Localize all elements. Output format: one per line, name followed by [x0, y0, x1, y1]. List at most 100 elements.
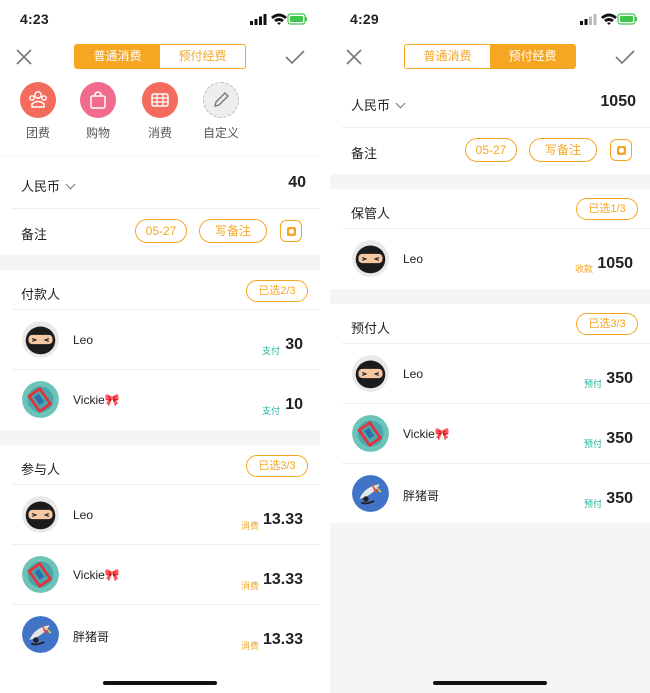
write-note-button[interactable]: 写备注: [529, 138, 597, 162]
keeper-row[interactable]: Leo 收款 1050: [330, 229, 650, 289]
spend-amount[interactable]: 13.33: [263, 571, 303, 589]
status-bar: 4:29: [330, 0, 650, 38]
amount-input[interactable]: 40: [288, 174, 306, 192]
person-name: Leo: [403, 252, 424, 266]
close-icon[interactable]: [14, 47, 34, 67]
prepayer-row[interactable]: Leo 预付 350: [330, 344, 650, 404]
participant-row[interactable]: Leo 消费 13.33: [0, 485, 320, 545]
confirm-check-icon[interactable]: [614, 47, 636, 67]
payer-row[interactable]: Leo 支付 30: [0, 310, 320, 370]
spend-amount[interactable]: 13.33: [263, 631, 303, 649]
category-label: 购物: [85, 126, 110, 140]
camera-icon[interactable]: [280, 220, 302, 242]
prepay-amount[interactable]: 350: [606, 370, 633, 388]
person-name: Leo: [73, 333, 94, 347]
prepayers-header: 预付人 已选3/3: [330, 304, 650, 344]
participants-selected-badge[interactable]: 已选3/3: [246, 455, 308, 477]
confirm-check-icon[interactable]: [284, 47, 306, 67]
prepayer-row[interactable]: 胖猪哥 预付 350: [330, 464, 650, 523]
chevron-down-icon: [395, 98, 406, 109]
category-label: 自定义: [202, 126, 239, 140]
spend-tag: 消费: [240, 521, 259, 531]
receive-amount[interactable]: 1050: [597, 255, 633, 273]
pay-tag: 支付: [261, 346, 280, 356]
section-title: 预付人: [351, 321, 391, 336]
date-button[interactable]: 05-27: [135, 219, 187, 243]
tab-normal-expense[interactable]: 普通消费: [405, 45, 490, 68]
category-selector: 团费 购物 消费 自定义: [0, 76, 320, 156]
status-icons: [580, 13, 637, 25]
currency-selector[interactable]: 人民币: [351, 95, 406, 114]
avatar: [22, 321, 59, 358]
participant-row[interactable]: 胖猪哥 消费 13.33: [0, 605, 320, 665]
category-custom[interactable]: 自定义: [201, 82, 241, 141]
avatar: [22, 556, 59, 593]
section-title: 付款人: [21, 287, 61, 302]
payers-header: 付款人 已选2/3: [0, 270, 320, 310]
tab-normal-expense[interactable]: 普通消费: [75, 45, 160, 68]
avatar: [22, 381, 59, 418]
pay-amount[interactable]: 30: [285, 336, 303, 354]
prepayer-row[interactable]: Vickie🎀 预付 350: [330, 404, 650, 464]
note-label: 备注: [351, 146, 378, 161]
currency-amount-row: 人民币 1050: [330, 76, 650, 128]
camera-icon[interactable]: [610, 139, 632, 161]
currency-label: 人民币: [21, 179, 61, 194]
payers-selected-badge[interactable]: 已选2/3: [246, 280, 308, 302]
prepay-tag: 预付: [583, 379, 602, 389]
participant-row[interactable]: Vickie🎀 消费 13.33: [0, 545, 320, 605]
spend-amount[interactable]: 13.33: [263, 511, 303, 529]
note-label: 备注: [21, 227, 48, 242]
status-time: 4:29: [350, 11, 379, 27]
status-bar: 4:23: [0, 0, 320, 38]
person-name: Vickie🎀: [73, 393, 120, 407]
payer-row[interactable]: Vickie🎀 支付 10: [0, 370, 320, 430]
status-icons: [250, 13, 307, 25]
tab-prepaid-fund[interactable]: 预付经费: [160, 45, 245, 68]
currency-selector[interactable]: 人民币: [21, 176, 76, 195]
note-row: 备注 05-27 写备注: [330, 128, 650, 174]
pencil-icon: [203, 82, 239, 118]
amount-input[interactable]: 1050: [600, 93, 636, 111]
category-label: 消费: [147, 126, 172, 140]
person-name: 胖猪哥: [403, 489, 440, 503]
prepay-amount[interactable]: 350: [606, 430, 633, 448]
home-indicator-area: [0, 665, 320, 693]
category-consumption[interactable]: 消费: [140, 82, 180, 141]
category-group-fee[interactable]: 团费: [18, 82, 58, 141]
normal-expense-screen: 4:23 普通消费 预付经费 团费 购物 消费 自定义 人民币 40 备注 05…: [0, 0, 320, 693]
receipt-icon: [142, 82, 178, 118]
avatar: [352, 415, 389, 452]
prepay-tag: 预付: [583, 499, 602, 509]
tab-prepaid-fund[interactable]: 预付经费: [490, 45, 575, 68]
prepay-amount[interactable]: 350: [606, 490, 633, 508]
pay-amount[interactable]: 10: [285, 396, 303, 414]
avatar: [352, 355, 389, 392]
note-row: 备注 05-27 写备注: [0, 209, 320, 255]
keeper-selected-badge[interactable]: 已选1/3: [576, 198, 638, 220]
receive-tag: 收款: [574, 264, 593, 274]
participants-header: 参与人 已选3/3: [0, 445, 320, 485]
spend-tag: 消费: [240, 641, 259, 651]
group-icon: [20, 82, 56, 118]
expense-type-segment: 普通消费 预付经费: [404, 44, 576, 69]
date-button[interactable]: 05-27: [465, 138, 517, 162]
avatar: [352, 240, 389, 277]
expense-type-segment: 普通消费 预付经费: [74, 44, 246, 69]
currency-amount-row: 人民币 40: [0, 157, 320, 209]
nav-bar: 普通消费 预付经费: [330, 38, 650, 76]
nav-bar: 普通消费 预付经费: [0, 38, 320, 76]
prepay-tag: 预付: [583, 439, 602, 449]
person-name: Vickie🎀: [73, 568, 120, 582]
avatar: [22, 616, 59, 653]
spend-tag: 消费: [240, 581, 259, 591]
avatar: [352, 475, 389, 512]
prepayers-selected-badge[interactable]: 已选3/3: [576, 313, 638, 335]
close-icon[interactable]: [344, 47, 364, 67]
category-shopping[interactable]: 购物: [78, 82, 118, 141]
category-label: 团费: [25, 126, 50, 140]
write-note-button[interactable]: 写备注: [199, 219, 267, 243]
person-name: Leo: [403, 367, 424, 381]
home-indicator: [433, 681, 547, 685]
section-title: 参与人: [21, 462, 61, 477]
